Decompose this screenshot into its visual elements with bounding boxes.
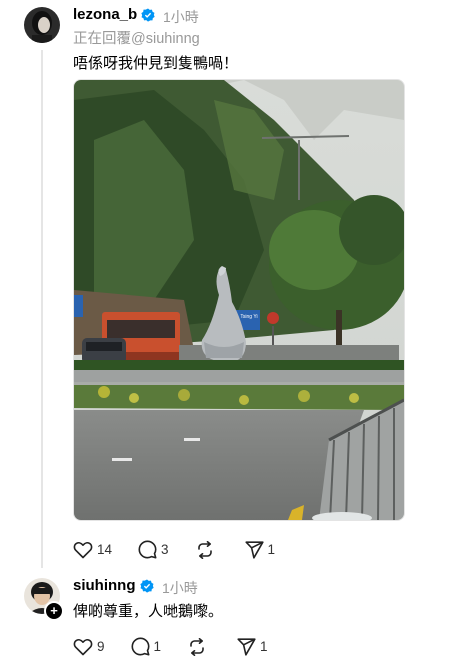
post-text: 唔係呀我仲見到隻鴨喎！ [73,55,239,72]
share-icon [244,540,264,559]
post-photo[interactable]: Tsing Yi [73,79,405,521]
post-time: 1小時 [162,580,198,596]
repost-icon [197,540,212,559]
post-text: 俾啲尊重，人哋鵝嚟。 [73,603,224,620]
username[interactable]: siuhinng [73,577,136,594]
heart-icon [73,638,93,655]
comment-count: 1 [153,639,162,654]
reply-to-label[interactable]: 正在回覆@siuhinng [73,27,200,48]
verified-badge-icon [140,579,154,593]
heart-icon [73,541,93,558]
share-button[interactable]: 1 [244,540,276,559]
avatar-lezona-b[interactable] [24,7,60,43]
follow-plus-icon[interactable]: + [44,601,64,621]
like-button[interactable]: 14 [73,541,112,559]
username[interactable]: lezona_b [73,6,137,23]
comment-icon [138,540,157,559]
post2-actions: 9 1 1 [73,637,294,656]
share-button[interactable]: 1 [237,637,268,656]
verified-badge-icon [141,8,155,22]
repost-button[interactable] [195,540,219,559]
post1-actions: 14 3 1 [73,540,301,559]
road-sign-text: Tsing Yi [240,314,258,320]
repost-icon [190,637,204,656]
like-button[interactable]: 9 [73,638,105,656]
comment-button[interactable]: 3 [138,540,169,559]
like-count: 14 [97,542,113,557]
post-time: 1小時 [163,9,199,25]
comment-count: 3 [161,542,169,557]
comment-button[interactable]: 1 [131,637,162,656]
like-count: 9 [97,639,105,654]
share-count: 1 [260,639,268,654]
share-count: 1 [267,542,276,557]
thread-line [41,50,43,568]
share-icon [237,637,256,656]
comment-icon [131,637,150,656]
repost-button[interactable] [187,637,211,656]
